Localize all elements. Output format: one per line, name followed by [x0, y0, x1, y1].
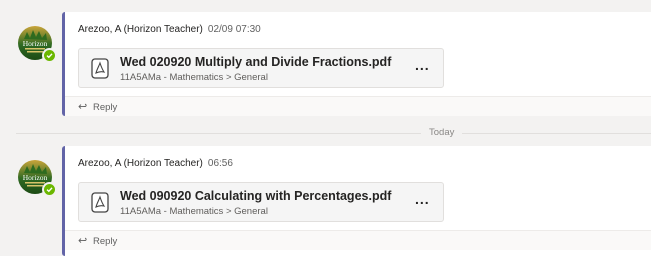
file-name[interactable]: Wed 020920 Multiply and Divide Fractions… — [120, 55, 391, 69]
file-location: 11A5AMa - Mathematics > General — [120, 206, 268, 217]
timestamp: 06:56 — [207, 158, 233, 169]
message-header: Arezoo, A (Horizon Teacher) 02/09 07:30 — [78, 24, 261, 35]
file-attachment[interactable]: Wed 020920 Multiply and Divide Fractions… — [78, 48, 444, 88]
timestamp: 02/09 07:30 — [207, 24, 261, 35]
reply-button[interactable]: Reply — [93, 236, 117, 247]
pdf-file-icon — [91, 58, 109, 79]
message-header: Arezoo, A (Horizon Teacher) 06:56 — [78, 158, 233, 169]
pdf-file-icon — [91, 192, 109, 213]
reply-arrow-icon: ↩ — [78, 235, 88, 247]
message-card: Arezoo, A (Horizon Teacher) 02/09 07:30 W… — [62, 12, 651, 116]
file-location: 11A5AMa - Mathematics > General — [120, 72, 268, 83]
message-card: Arezoo, A (Horizon Teacher) 06:56 Wed 090… — [62, 146, 651, 256]
file-attachment[interactable]: Wed 090920 Calculating with Percentages.… — [78, 182, 444, 222]
more-options-button[interactable]: ... — [415, 191, 430, 207]
author-name[interactable]: Arezoo, A (Horizon Teacher) — [78, 24, 203, 35]
date-divider — [16, 133, 651, 134]
available-presence-icon — [42, 48, 57, 63]
reply-bar[interactable]: ↩ Reply — [65, 230, 651, 250]
reply-button[interactable]: Reply — [93, 102, 117, 113]
file-name[interactable]: Wed 090920 Calculating with Percentages.… — [120, 189, 391, 203]
available-presence-icon — [42, 182, 57, 197]
more-options-button[interactable]: ... — [415, 57, 430, 73]
reply-bar[interactable]: ↩ Reply — [65, 96, 651, 116]
avatar-text: Horizon — [23, 39, 48, 48]
date-divider-label: Today — [421, 127, 463, 138]
reply-arrow-icon: ↩ — [78, 101, 88, 113]
avatar-text: Horizon — [23, 173, 48, 182]
author-name[interactable]: Arezoo, A (Horizon Teacher) — [78, 158, 203, 169]
